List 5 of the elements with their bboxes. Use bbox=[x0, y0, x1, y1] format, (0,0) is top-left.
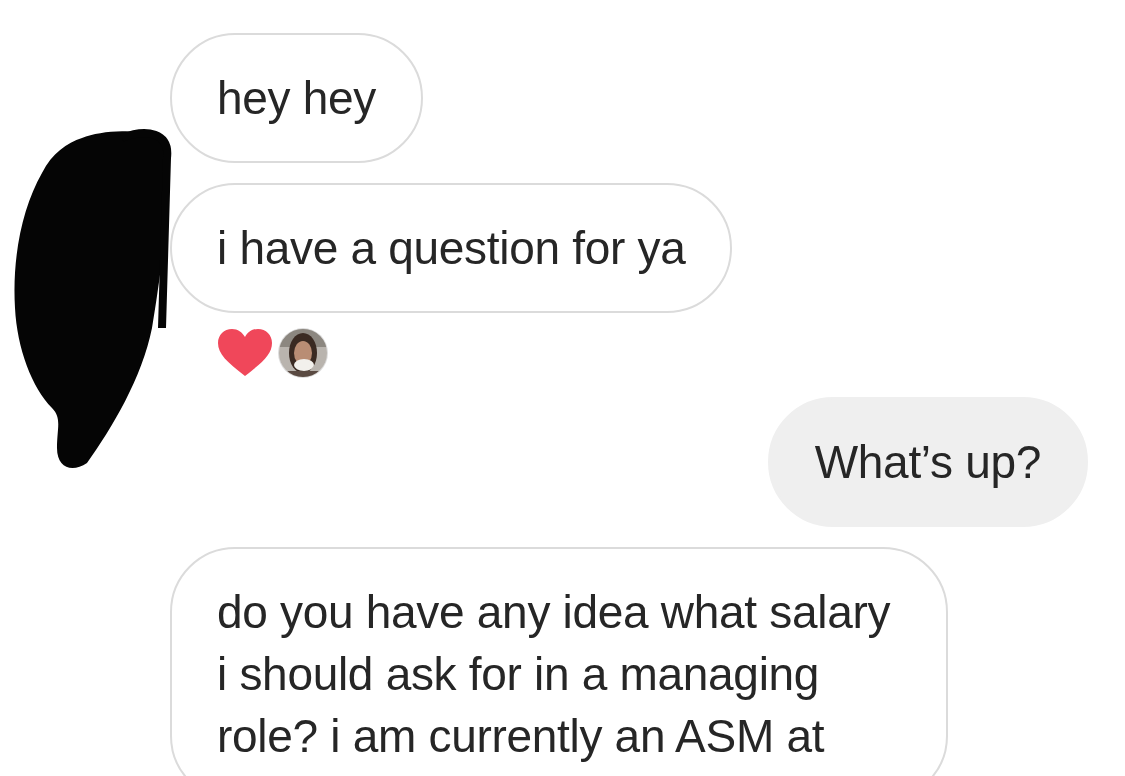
heart-icon bbox=[217, 328, 273, 378]
message-bubble: What’s up? bbox=[767, 397, 1088, 527]
message-bubble: i have a question for ya bbox=[170, 183, 733, 313]
message-bubble: hey hey bbox=[170, 33, 423, 163]
message-bubble: do you have any idea what salary i should ask for in a managing role? i am currently an ASM at bbox=[170, 547, 948, 776]
